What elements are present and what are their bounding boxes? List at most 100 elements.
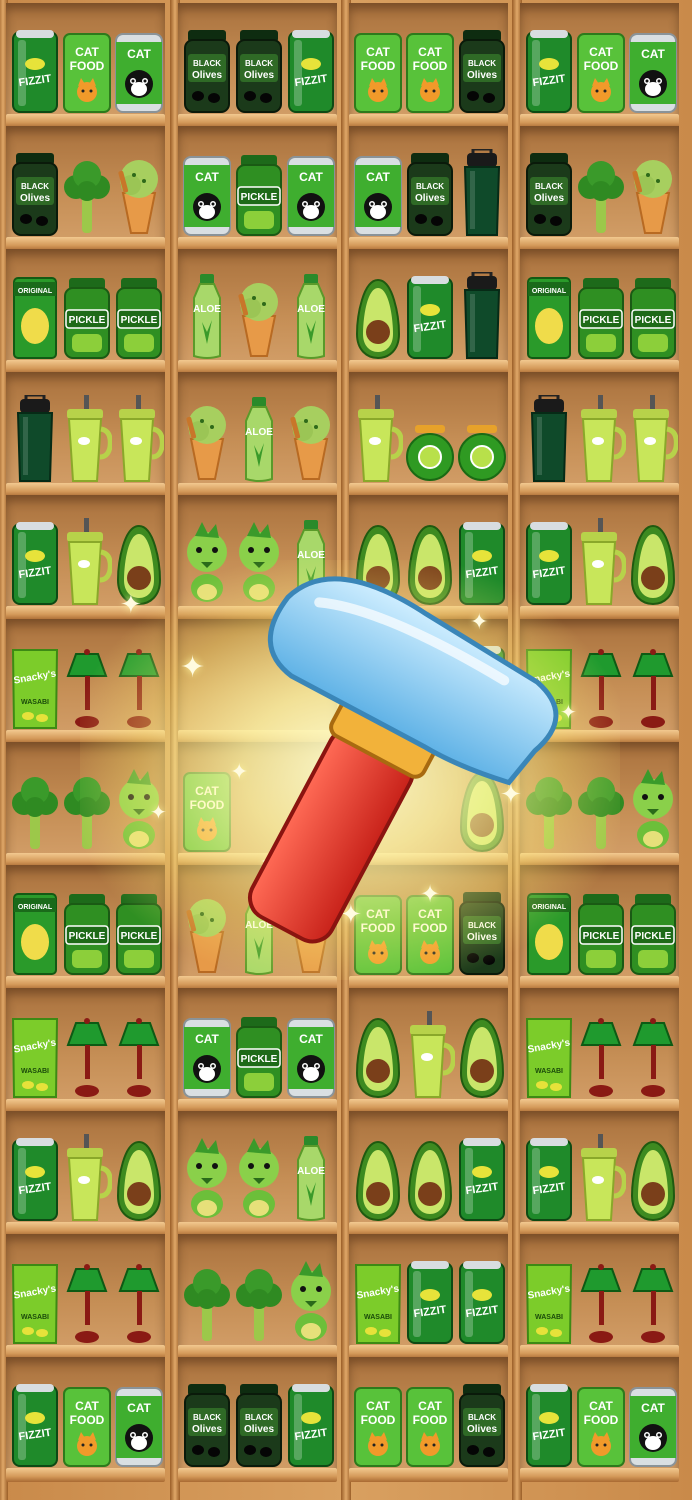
soda-item[interactable]: FIZZIT [524,1380,574,1468]
tumbler-item[interactable] [10,395,60,483]
lamp-item[interactable] [576,1011,626,1099]
aloe-item[interactable]: ALOE [286,272,336,360]
cup-item[interactable] [628,395,678,483]
icecream-item[interactable] [114,149,164,237]
catfood-item[interactable]: CATFOOD [405,1380,455,1468]
lamp-item[interactable] [576,1257,626,1345]
pickle-item[interactable]: PICKLE [628,888,678,976]
soda-item[interactable]: FIZZIT [286,26,336,114]
catcan-item[interactable]: CAT [353,149,403,237]
avocado-item[interactable] [628,518,678,606]
snacky-item[interactable]: Snacky's WASABI [524,1257,574,1345]
olives-item[interactable]: BLACK Olives [182,1380,232,1468]
olives-item[interactable]: BLACK Olives [234,26,284,114]
soda-item[interactable]: FIZZIT [405,272,455,360]
pickle-item[interactable]: PICKLE [576,272,626,360]
soda-item[interactable]: FIZZIT [457,1257,507,1345]
cup-item[interactable] [353,395,403,483]
broccoli-item[interactable] [62,149,112,237]
avocado-item[interactable] [353,1011,403,1099]
catfood-item[interactable]: CATFOOD [405,26,455,114]
pickle-item[interactable]: PICKLE [62,272,112,360]
snacky-item[interactable]: Snacky's WASABI [10,642,60,730]
olives-item[interactable]: BLACK Olives [182,26,232,114]
cup-item[interactable] [62,395,112,483]
avocado-item[interactable] [405,1134,455,1222]
chips-original-item[interactable]: ORIGINAL [524,272,574,360]
catcan-item[interactable]: CAT [182,1011,232,1099]
aloe-item[interactable]: ALOE [182,272,232,360]
catfood-item[interactable]: CATFOOD [576,26,626,114]
soda-item[interactable]: FIZZIT [10,518,60,606]
jar-item[interactable] [457,395,507,483]
avocado-item[interactable] [353,272,403,360]
pickle-item[interactable]: PICKLE [628,272,678,360]
pickle-item[interactable]: PICKLE [234,149,284,237]
pickle-item[interactable]: PICKLE [114,272,164,360]
soda-item[interactable]: FIZZIT [524,26,574,114]
olives-item[interactable]: BLACK Olives [457,1380,507,1468]
broccoli-item[interactable] [576,149,626,237]
dino-item[interactable] [234,1134,284,1222]
olives-item[interactable]: BLACK Olives [457,26,507,114]
soda-item[interactable]: FIZZIT [10,1380,60,1468]
avocado-item[interactable] [628,1134,678,1222]
catcan-item[interactable]: CAT [628,26,678,114]
lamp-item[interactable] [114,1257,164,1345]
icecream-item[interactable] [234,272,284,360]
soda-item[interactable]: FIZZIT [10,1134,60,1222]
hammer-booster-icon[interactable] [150,560,570,960]
snacky-item[interactable]: Snacky's WASABI [353,1257,403,1345]
soda-item[interactable]: FIZZIT [10,26,60,114]
catcan-item[interactable]: CAT [114,1380,164,1468]
icecream-item[interactable] [182,395,232,483]
olives-item[interactable]: BLACK Olives [234,1380,284,1468]
jar-item[interactable] [405,395,455,483]
dino-item[interactable] [628,765,678,853]
lamp-item[interactable] [628,1257,678,1345]
tumbler-item[interactable] [457,149,507,237]
cup-item[interactable] [62,1133,112,1222]
lamp-item[interactable] [114,1011,164,1099]
catfood-item[interactable]: CATFOOD [576,1380,626,1468]
soda-item[interactable]: FIZZIT [457,1134,507,1222]
broccoli-item[interactable] [234,1257,284,1345]
olives-item[interactable]: BLACK Olives [10,149,60,237]
snacky-item[interactable]: Snacky's WASABI [524,1011,574,1099]
avocado-item[interactable] [457,1011,507,1099]
olives-item[interactable]: BLACK Olives [524,149,574,237]
aloe-item[interactable]: ALOE [286,1134,336,1222]
catfood-item[interactable]: CATFOOD [353,26,403,114]
lamp-item[interactable] [628,1011,678,1099]
icecream-item[interactable] [286,395,336,483]
dino-item[interactable] [182,1134,232,1222]
catcan-item[interactable]: CAT [286,1011,336,1099]
catcan-item[interactable]: CAT [286,149,336,237]
soda-item[interactable]: FIZZIT [286,1380,336,1468]
aloe-item[interactable]: ALOE [234,395,284,483]
catfood-item[interactable]: CATFOOD [353,1380,403,1468]
chips-original-item[interactable]: ORIGINAL [10,888,60,976]
catcan-item[interactable]: CAT [182,149,232,237]
catcan-item[interactable]: CAT [114,26,164,114]
pickle-item[interactable]: PICKLE [234,1011,284,1099]
icecream-item[interactable] [628,149,678,237]
cup-item[interactable] [405,1010,455,1099]
cup-item[interactable] [576,1133,626,1222]
snacky-item[interactable]: Snacky's WASABI [10,1257,60,1345]
cup-item[interactable] [114,395,164,483]
soda-item[interactable]: FIZZIT [524,1134,574,1222]
catfood-item[interactable]: CATFOOD [62,26,112,114]
lamp-item[interactable] [62,1257,112,1345]
olives-item[interactable]: BLACK Olives [405,149,455,237]
chips-original-item[interactable]: ORIGINAL [10,272,60,360]
tumbler-item[interactable] [524,395,574,483]
snacky-item[interactable]: Snacky's WASABI [10,1011,60,1099]
dino-item[interactable] [286,1257,336,1345]
avocado-item[interactable] [114,1134,164,1222]
avocado-item[interactable] [353,1134,403,1222]
cup-item[interactable] [576,395,626,483]
tumbler-item[interactable] [457,272,507,360]
broccoli-item[interactable] [182,1257,232,1345]
catcan-item[interactable]: CAT [628,1380,678,1468]
